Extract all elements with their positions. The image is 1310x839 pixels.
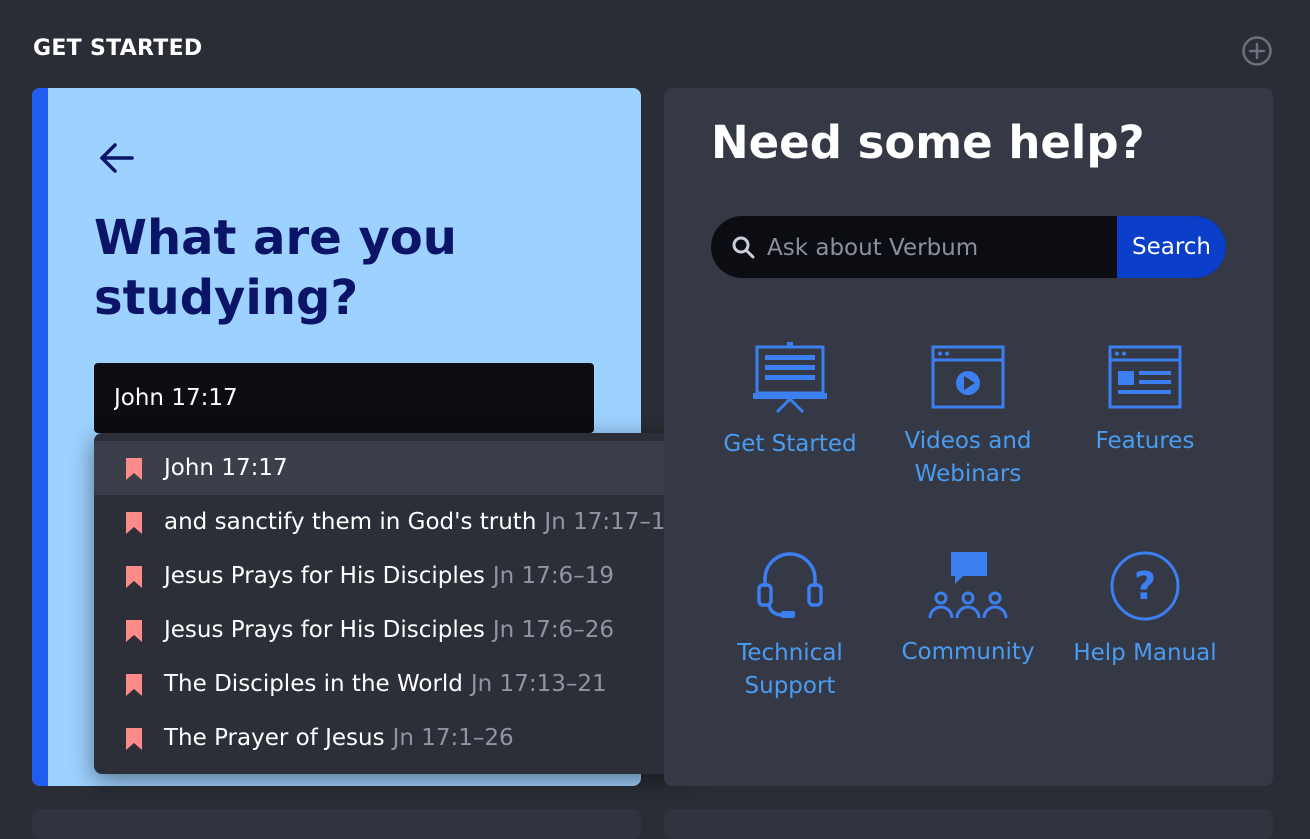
tile-technical-support[interactable]: Technical Support [705, 549, 875, 703]
suggestion-ref: Jn 17:17–19 [544, 509, 681, 535]
arrow-left-icon[interactable] [98, 140, 138, 176]
help-search-input[interactable] [765, 216, 1119, 278]
suggestion-text: The Prayer of Jesus [164, 725, 385, 751]
suggestion-text: The Disciples in the World [164, 671, 463, 697]
bookmark-icon [126, 728, 142, 750]
tile-label: Features [1095, 428, 1195, 454]
bookmark-icon [126, 512, 142, 534]
suggestion-item[interactable]: The Disciples in the World Jn 17:13–21 [94, 657, 684, 711]
suggestion-ref: Jn 17:1–26 [392, 725, 514, 751]
suggestion-text: Jesus Prays for His Disciples [164, 617, 485, 643]
question-circle-icon: ? [1110, 551, 1180, 621]
bookmark-icon [126, 620, 142, 642]
help-search-bar: Search [711, 216, 1226, 278]
bookmark-icon [126, 674, 142, 696]
next-card-right [664, 809, 1273, 839]
tile-features[interactable]: Features [1060, 345, 1230, 458]
suggestions-dropdown: John 17:17 and sanctify them in God's tr… [94, 433, 684, 774]
headset-icon [757, 552, 823, 618]
card-accent-bar [32, 88, 48, 786]
tile-label: Videos and Webinars [904, 428, 1032, 487]
suggestion-ref: Jn 17:6–26 [492, 617, 614, 643]
search-icon [732, 236, 755, 259]
suggestion-item[interactable]: Jesus Prays for His Disciples Jn 17:6–19 [94, 549, 684, 603]
tile-label: Help Manual [1073, 640, 1217, 666]
suggestion-item[interactable]: John 17:17 [94, 441, 684, 495]
browser-window-icon [1108, 345, 1182, 409]
next-card-left [32, 809, 641, 839]
svg-text:?: ? [1134, 564, 1156, 608]
bookmark-icon [126, 566, 142, 588]
tile-label: Community [901, 639, 1035, 665]
suggestion-text: John 17:17 [164, 455, 288, 481]
help-title: Need some help? [711, 116, 1145, 169]
search-button[interactable]: Search [1117, 216, 1226, 278]
plus-circle-icon[interactable] [1241, 35, 1273, 67]
presentation-board-icon [753, 342, 827, 414]
video-player-icon [931, 345, 1005, 409]
tile-label: Get Started [723, 431, 857, 457]
tile-videos-webinars[interactable]: Videos and Webinars [883, 345, 1053, 491]
study-search-input[interactable] [94, 363, 594, 433]
tile-label: Technical Support [737, 640, 843, 699]
section-title: GET STARTED [33, 36, 203, 61]
suggestion-ref: Jn 17:13–21 [470, 671, 607, 697]
help-card: Need some help? Search Get Started [664, 88, 1273, 786]
suggestion-text: Jesus Prays for His Disciples [164, 563, 485, 589]
tile-get-started[interactable]: Get Started [705, 340, 875, 461]
study-title: What are you studying? [94, 210, 457, 326]
suggestion-text: and sanctify them in God's truth [164, 509, 537, 535]
suggestion-item[interactable]: and sanctify them in God's truth Jn 17:17… [94, 495, 684, 549]
bookmark-icon [126, 458, 142, 480]
suggestion-item[interactable]: The Prayer of Jesus Jn 17:1–26 [94, 711, 684, 765]
suggestion-item[interactable]: Jesus Prays for His Disciples Jn 17:6–26 [94, 603, 684, 657]
tile-help-manual[interactable]: ? Help Manual [1060, 549, 1230, 670]
suggestion-ref: Jn 17:6–19 [492, 563, 614, 589]
tile-community[interactable]: Community [883, 550, 1053, 669]
community-chat-icon [928, 552, 1008, 619]
